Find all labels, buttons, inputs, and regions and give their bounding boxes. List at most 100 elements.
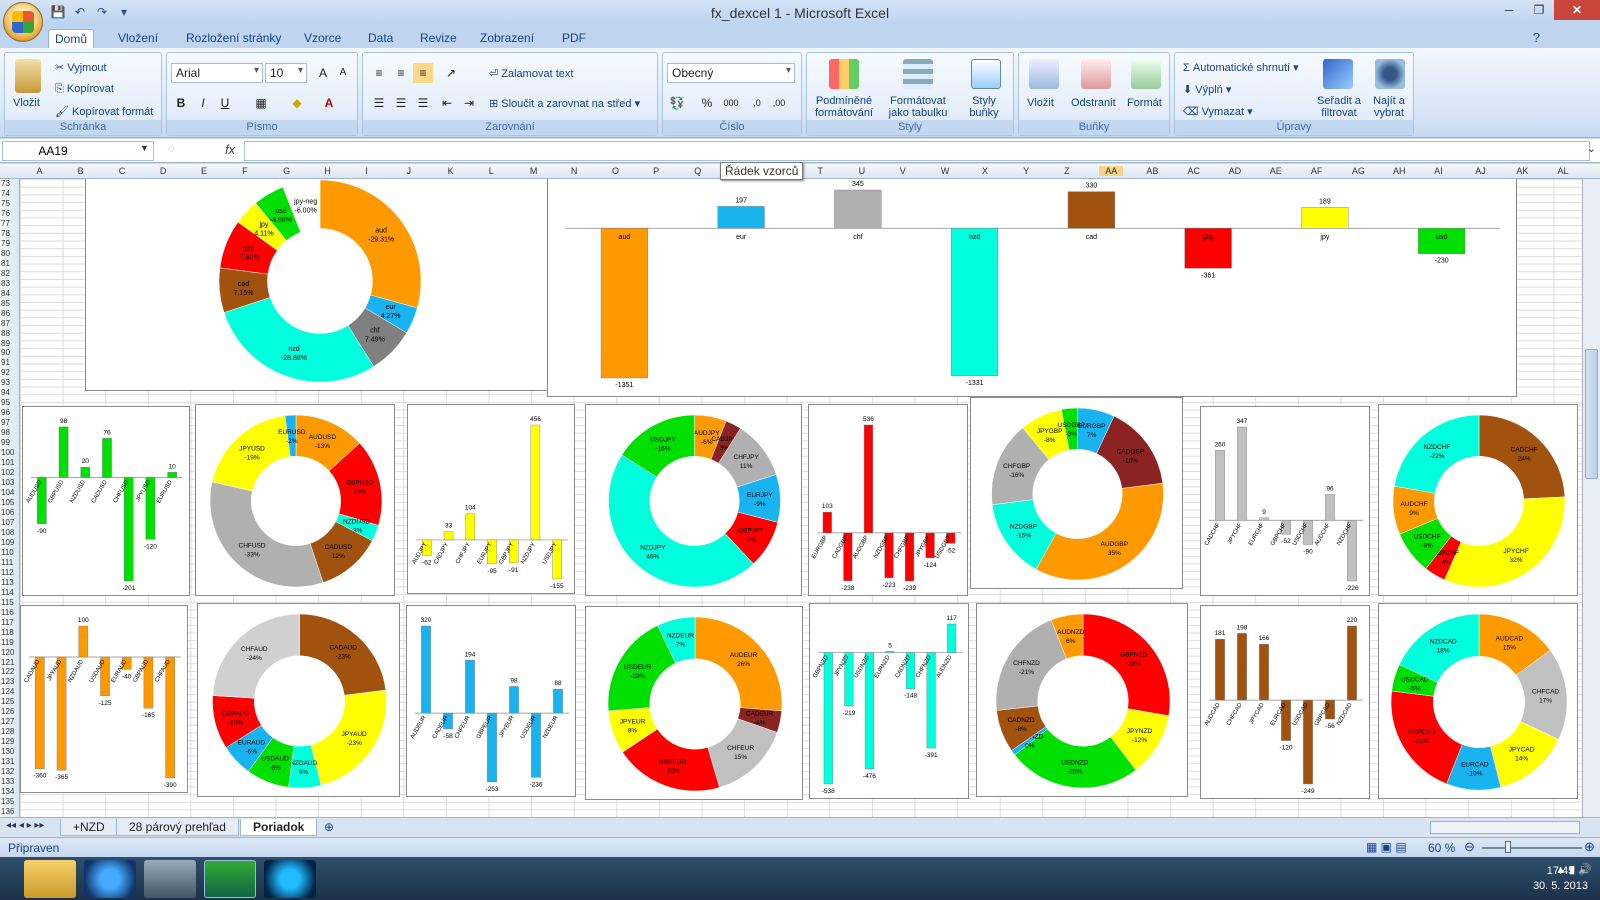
column-header[interactable]: V [900, 166, 906, 176]
row-header[interactable]: 107 [1, 518, 14, 527]
bar[interactable] [465, 513, 476, 541]
format-as-table-button[interactable]: Formátovat jako tabulku [881, 95, 955, 119]
row-header[interactable]: 92 [1, 368, 10, 377]
nzd-bar-chart[interactable]: -538 GBPNZD -219 JPYNZD -476 USDNZD 5 EURNZD -14… [809, 603, 969, 799]
column-header[interactable]: AL [1557, 166, 1568, 176]
zoom-in-icon[interactable]: ⊕ [1584, 839, 1595, 855]
internet-explorer-icon[interactable] [84, 860, 136, 898]
tab-data[interactable]: Data [362, 29, 399, 48]
tab-pdf[interactable]: PDF [556, 29, 592, 48]
row-header[interactable]: 115 [1, 598, 14, 607]
delete-cells-button[interactable]: Odstranit [1071, 97, 1116, 109]
bar[interactable] [947, 623, 957, 653]
row-header[interactable]: 123 [1, 677, 14, 686]
pie-slice[interactable] [223, 297, 375, 383]
cell-styles-icon[interactable] [971, 59, 1001, 89]
zoom-slider-thumb[interactable] [1505, 841, 1511, 853]
sort-filter-icon[interactable] [1323, 59, 1353, 89]
bar[interactable] [56, 656, 67, 771]
row-header[interactable]: 80 [1, 249, 10, 258]
clear-button[interactable]: ⌫ Vymazat ▾ [1183, 105, 1253, 118]
bar[interactable] [1347, 625, 1357, 701]
merge-center-button[interactable]: ⊞ Sloučit a zarovnat na střed ▾ [489, 97, 640, 110]
row-header[interactable]: 83 [1, 279, 10, 288]
row-header[interactable]: 95 [1, 398, 10, 407]
row-header[interactable]: 96 [1, 408, 10, 417]
align-center-icon[interactable]: ☰ [391, 93, 411, 113]
comma-style-icon[interactable]: 000 [719, 93, 743, 113]
row-header[interactable]: 113 [1, 578, 14, 587]
row-header[interactable]: 118 [1, 628, 14, 637]
pie-slice[interactable] [211, 415, 291, 492]
jpy-pie-chart[interactable]: AUDJPY -6% CADJPY 3% CHFJPY 11% EURJPY -9% GBPJP… [585, 404, 802, 596]
conditional-format-button[interactable]: Podmíněné formátování [809, 95, 879, 119]
column-header[interactable]: X [982, 166, 988, 176]
percent-icon[interactable]: % [697, 93, 717, 113]
row-header[interactable]: 74 [1, 189, 10, 198]
column-header[interactable]: K [448, 166, 454, 176]
eur-bar-chart[interactable]: 320 AUDEUR -58 CADEUR 194 CHFEUR -253 GBPEUR 98 J… [406, 605, 576, 797]
bar[interactable] [863, 424, 873, 534]
view-buttons-icon[interactable]: ▦ ▣ ▤ [1366, 840, 1407, 854]
row-header[interactable]: 130 [1, 747, 14, 756]
bar[interactable] [926, 652, 936, 749]
underline-icon[interactable]: U [215, 93, 235, 113]
maximize-button[interactable]: ❐ [1524, 0, 1554, 20]
row-header[interactable]: 125 [1, 697, 14, 706]
insert-sheet-icon[interactable]: ⊕ [324, 820, 334, 834]
fill-color-icon[interactable]: ◆ [287, 93, 307, 113]
row-header[interactable]: 88 [1, 329, 10, 338]
row-header[interactable]: 85 [1, 299, 10, 308]
bar[interactable] [1301, 207, 1349, 229]
bar[interactable] [102, 438, 112, 478]
sheet-tab-28-parovy[interactable]: 28 párový prehľad [116, 819, 239, 836]
format-painter-button[interactable]: 🖌 Kopírovat formát [55, 105, 153, 118]
main-pie-chart[interactable]: aud -29.31% eur 4.27% chf 7.49% nzd -28.88% cad 7… [85, 179, 553, 391]
bar[interactable] [80, 466, 91, 478]
row-header[interactable]: 110 [1, 548, 14, 557]
column-header[interactable]: U [859, 166, 866, 176]
main-bar-chart[interactable]: -1351 aud 197 eur 345 chf -1331 nzd 330 cad -361 gb… [547, 179, 1517, 397]
close-button[interactable]: ✕ [1554, 0, 1600, 20]
column-header[interactable]: A [37, 166, 43, 176]
row-header[interactable]: 89 [1, 339, 10, 348]
usd-pie-chart[interactable]: AUDUSD -13% GBPUSD 16% NZDUSD -3% CADUSD 12% CHF… [195, 404, 395, 596]
column-header[interactable]: L [489, 166, 494, 176]
row-header[interactable]: 91 [1, 358, 10, 367]
row-header[interactable]: 82 [1, 269, 10, 278]
format-cells-icon[interactable] [1131, 59, 1161, 89]
paste-button[interactable]: Vložit [13, 97, 40, 109]
horizontal-scrollbar[interactable] [1430, 821, 1580, 834]
bar[interactable] [465, 660, 475, 714]
row-header[interactable]: 84 [1, 289, 10, 298]
row-header[interactable]: 101 [1, 458, 14, 467]
bar[interactable] [823, 652, 833, 785]
bar[interactable] [822, 511, 832, 534]
name-box[interactable]: AA19 [2, 141, 154, 161]
help-icon[interactable]: ? [1533, 30, 1540, 45]
row-header[interactable]: 108 [1, 528, 14, 537]
usd-bar-chart[interactable]: -90 AUDUSD 98 GBPUSD 20 NZDUSD 76 CADUSD -201 CHF… [22, 406, 190, 596]
column-header[interactable]: AJ [1475, 166, 1486, 176]
zoom-out-icon[interactable]: ⊖ [1464, 839, 1475, 855]
tab-formulas[interactable]: Vzorce [298, 29, 347, 48]
autosum-button[interactable]: Σ Automatické shrnutí ▾ [1183, 61, 1299, 74]
cut-button[interactable]: ✂ Vyjmout [55, 61, 107, 74]
bar[interactable] [78, 625, 89, 658]
column-header[interactable]: AH [1393, 166, 1406, 176]
nzd-pie-chart[interactable]: GBPNZD-28%JPYNZD-12%USDNZD-25%EURNZD0%CA… [976, 603, 1188, 797]
row-header[interactable]: 122 [1, 667, 14, 676]
row-header[interactable]: 102 [1, 468, 14, 477]
bar[interactable] [1237, 633, 1247, 701]
insert-cells-button[interactable]: Vložit [1027, 97, 1054, 109]
row-header[interactable]: 90 [1, 348, 10, 357]
cell-styles-button[interactable]: Styly buňky [959, 95, 1009, 119]
row-header[interactable]: 129 [1, 737, 14, 746]
eur-pie-chart[interactable]: AUDEUR 26% CADEUR -4% CHFEUR 15% GBPEUR -20% JPY… [585, 606, 803, 800]
orientation-icon[interactable]: ↗ [441, 63, 461, 83]
tab-insert[interactable]: Vložení [112, 29, 164, 48]
office-button[interactable] [3, 2, 43, 42]
decrease-indent-icon[interactable]: ⇤ [437, 93, 457, 113]
italic-icon[interactable]: I [193, 93, 213, 113]
row-header[interactable]: 97 [1, 418, 10, 427]
